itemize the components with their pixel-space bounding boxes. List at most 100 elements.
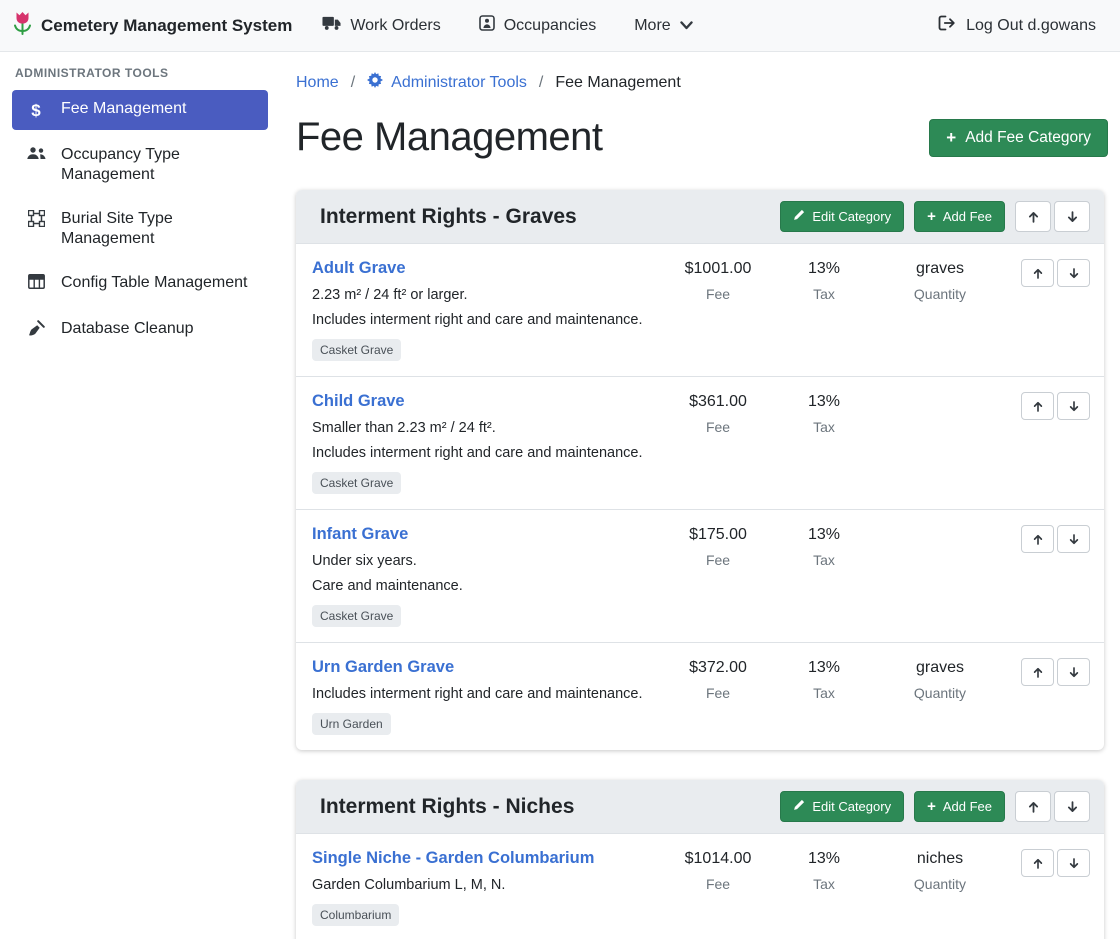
fee-quantity-cell: graves Quantity <box>872 658 1008 701</box>
fee-reorder-controls <box>1016 525 1090 553</box>
fee-description: Includes interment right and care and ma… <box>312 686 660 702</box>
person-frame-icon <box>479 15 495 36</box>
fee-description: Garden Columbarium L, M, N. <box>312 877 660 893</box>
fee-info: Single Niche - Garden Columbarium Garden… <box>312 849 660 926</box>
sidebar-item-occupancy-type-management[interactable]: Occupancy Type Management <box>12 136 268 194</box>
move-fee-down-button[interactable] <box>1057 392 1090 420</box>
add-fee-button[interactable]: + Add Fee <box>914 201 1005 232</box>
nav-item-label: Occupancies <box>504 17 597 35</box>
button-label: Add Fee Category <box>965 129 1091 147</box>
move-fee-up-button[interactable] <box>1021 525 1054 553</box>
fee-amount-cell: $175.00 Fee <box>660 525 776 568</box>
fee-name-link[interactable]: Infant Grave <box>312 525 408 543</box>
fee-description: Care and maintenance. <box>312 578 660 594</box>
fee-name-link[interactable]: Adult Grave <box>312 259 406 277</box>
sidebar-heading: Administrator Tools <box>12 66 268 90</box>
nav-item-occupancies[interactable]: Occupancies <box>479 15 597 36</box>
fee-description: 2.23 m² / 24 ft² or larger. <box>312 287 660 303</box>
edit-category-button[interactable]: Edit Category <box>780 791 904 822</box>
fee-reorder-controls <box>1016 259 1090 287</box>
tulip-logo-icon <box>12 10 33 42</box>
fee-quantity-label: Quantity <box>872 876 1008 892</box>
pencil-icon <box>793 799 805 814</box>
fee-amount-label: Fee <box>660 685 776 701</box>
plus-icon: + <box>927 799 936 814</box>
sidebar-item-fee-management[interactable]: $ Fee Management <box>12 90 268 130</box>
app-brand[interactable]: Cemetery Management System <box>12 10 292 42</box>
fee-reorder-controls <box>1016 849 1090 877</box>
move-fee-down-button[interactable] <box>1057 259 1090 287</box>
fee-reorder-controls <box>1016 658 1090 686</box>
move-fee-down-button[interactable] <box>1057 849 1090 877</box>
fee-category-card-niches: Interment Rights - Niches Edit Category … <box>296 780 1104 939</box>
vector-square-icon <box>24 210 48 233</box>
nav-item-label: Work Orders <box>350 17 440 35</box>
nav-item-work-orders[interactable]: Work Orders <box>322 15 440 36</box>
breadcrumb-current: Fee Management <box>555 74 680 92</box>
move-fee-up-button[interactable] <box>1021 392 1054 420</box>
move-fee-up-button[interactable] <box>1021 658 1054 686</box>
fee-name-link[interactable]: Urn Garden Grave <box>312 658 454 676</box>
logout-button[interactable]: Log Out d.gowans <box>938 15 1096 36</box>
fee-tax-cell: 13% Tax <box>776 849 872 892</box>
fee-amount: $1001.00 <box>660 260 776 278</box>
fee-tax-cell: 13% Tax <box>776 658 872 701</box>
fee-reorder-controls <box>1016 392 1090 420</box>
fee-quantity-cell <box>872 392 1008 393</box>
move-fee-up-button[interactable] <box>1021 259 1054 287</box>
fee-tax-label: Tax <box>776 419 872 435</box>
sidebar-item-config-table-management[interactable]: Config Table Management <box>12 264 268 304</box>
fee-info: Urn Garden Grave Includes interment righ… <box>312 658 660 735</box>
breadcrumb-label: Administrator Tools <box>391 74 527 92</box>
sidebar-item-database-cleanup[interactable]: Database Cleanup <box>12 310 268 352</box>
fee-amount-cell: $1014.00 Fee <box>660 849 776 892</box>
sidebar-item-burial-site-type-management[interactable]: Burial Site Type Management <box>12 200 268 258</box>
pencil-icon <box>793 209 805 224</box>
add-fee-category-button[interactable]: + Add Fee Category <box>929 119 1108 157</box>
fee-quantity-cell: niches Quantity <box>872 849 1008 892</box>
fee-description: Under six years. <box>312 553 660 569</box>
breadcrumb-admin-tools-link[interactable]: Administrator Tools <box>367 72 527 93</box>
sidebar: Administrator Tools $ Fee Management Occ… <box>0 52 280 939</box>
button-label: Edit Category <box>812 799 891 814</box>
fee-tax-label: Tax <box>776 286 872 302</box>
fee-name-link[interactable]: Child Grave <box>312 392 405 410</box>
breadcrumb-separator: / <box>351 74 355 92</box>
move-category-up-button[interactable] <box>1015 201 1051 232</box>
breadcrumb-home-link[interactable]: Home <box>296 74 339 92</box>
fee-tax: 13% <box>776 526 872 544</box>
fee-category-card-graves: Interment Rights - Graves Edit Category … <box>296 190 1104 750</box>
fee-amount-label: Fee <box>660 876 776 892</box>
move-category-down-button[interactable] <box>1054 791 1090 822</box>
nav-item-more[interactable]: More <box>634 17 692 35</box>
fee-tax: 13% <box>776 260 872 278</box>
add-fee-button[interactable]: + Add Fee <box>914 791 1005 822</box>
fee-amount: $361.00 <box>660 393 776 411</box>
move-category-up-button[interactable] <box>1015 791 1051 822</box>
move-fee-down-button[interactable] <box>1057 525 1090 553</box>
sidebar-item-label: Burial Site Type Management <box>61 209 256 249</box>
fee-amount: $1014.00 <box>660 850 776 868</box>
logout-icon <box>938 15 957 36</box>
fee-tax: 13% <box>776 393 872 411</box>
move-fee-down-button[interactable] <box>1057 658 1090 686</box>
fee-amount-label: Fee <box>660 419 776 435</box>
fee-tax-label: Tax <box>776 876 872 892</box>
fee-name-link[interactable]: Single Niche - Garden Columbarium <box>312 849 594 867</box>
gear-icon <box>367 72 383 93</box>
move-fee-up-button[interactable] <box>1021 849 1054 877</box>
category-title: Interment Rights - Graves <box>320 205 770 229</box>
fee-type-badge: Casket Grave <box>312 339 401 361</box>
fee-description: Includes interment right and care and ma… <box>312 312 660 328</box>
fee-row: Single Niche - Garden Columbarium Garden… <box>296 833 1104 939</box>
fee-quantity-label: Quantity <box>872 286 1008 302</box>
category-reorder-controls <box>1015 201 1090 232</box>
fee-row: Child Grave Smaller than 2.23 m² / 24 ft… <box>296 376 1104 509</box>
edit-category-button[interactable]: Edit Category <box>780 201 904 232</box>
main-content: Home / Administrator Tools / Fee Managem… <box>280 52 1120 939</box>
users-icon <box>24 146 48 167</box>
app-title: Cemetery Management System <box>41 16 292 36</box>
plus-icon: + <box>946 129 956 146</box>
move-category-down-button[interactable] <box>1054 201 1090 232</box>
fee-description: Includes interment right and care and ma… <box>312 445 660 461</box>
